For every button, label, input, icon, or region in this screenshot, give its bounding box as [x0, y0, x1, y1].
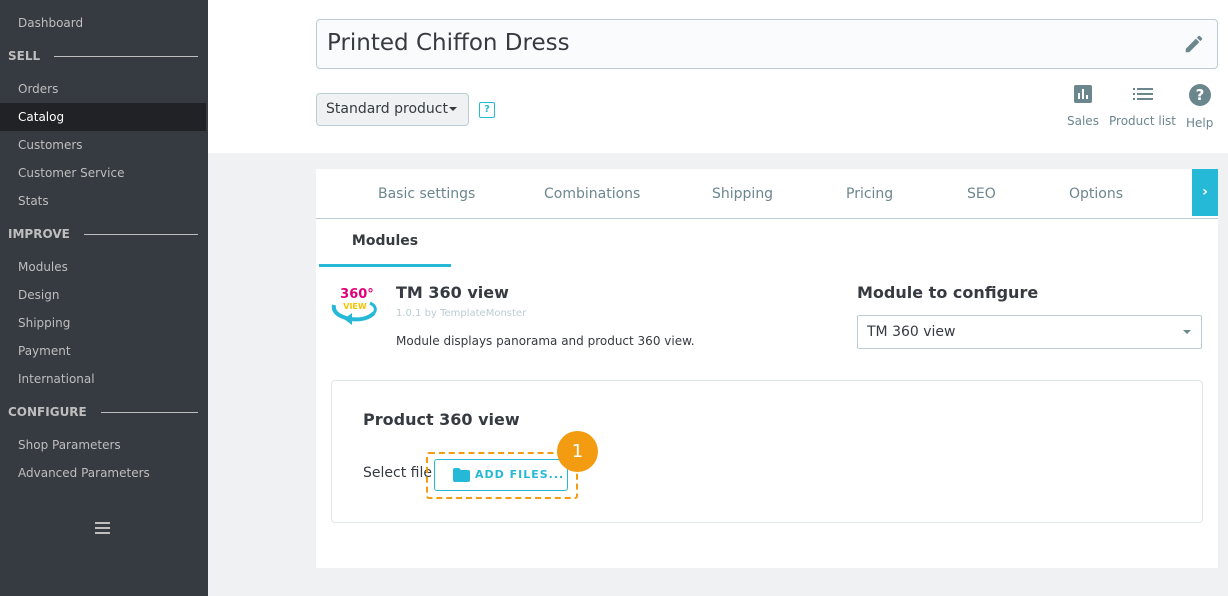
- sidebar-item-shop-parameters[interactable]: Shop Parameters: [0, 431, 206, 459]
- sidebar-item-design[interactable]: Design: [0, 281, 206, 309]
- section-divider: [100, 411, 198, 413]
- sidebar-section-sell: SELL: [8, 46, 198, 66]
- menu-collapse-icon[interactable]: [95, 522, 110, 534]
- product-type-dropdown[interactable]: Standard product: [316, 93, 469, 126]
- sidebar-section-improve: IMPROVE: [8, 224, 198, 244]
- product-name-text[interactable]: Printed Chiffon Dress: [327, 30, 570, 56]
- chevron-down-icon: [449, 107, 457, 111]
- product-360-panel: Product 360 view Select file ADD FILES..…: [331, 380, 1203, 523]
- tab-options[interactable]: Options: [1069, 186, 1123, 202]
- help-label: Help: [1186, 116, 1214, 130]
- product-list-label: Product list: [1109, 114, 1177, 128]
- section-label: CONFIGURE: [8, 405, 87, 419]
- panel-title: Product 360 view: [363, 410, 520, 429]
- section-label: SELL: [8, 49, 41, 63]
- tab-pricing[interactable]: Pricing: [846, 186, 893, 202]
- tab-seo[interactable]: SEO: [967, 186, 996, 202]
- module-360-logo-icon: 360° VIEW: [331, 287, 377, 325]
- sidebar-item-orders[interactable]: Orders: [0, 75, 206, 103]
- product-form-card: Basic settings Combinations Shipping Pri…: [316, 169, 1218, 568]
- section-divider: [83, 233, 198, 235]
- tabs-next-chevron-icon[interactable]: ›: [1192, 169, 1218, 216]
- sidebar-item-modules[interactable]: Modules: [0, 253, 206, 281]
- sidebar-item-dashboard[interactable]: Dashboard: [0, 9, 206, 37]
- sidebar-item-shipping[interactable]: Shipping: [0, 309, 206, 337]
- add-files-label: ADD FILES...: [475, 468, 565, 481]
- tab-modules[interactable]: Modules: [319, 219, 451, 267]
- module-to-configure-label: Module to configure: [857, 283, 1039, 302]
- sidebar-item-customer-service[interactable]: Customer Service: [0, 159, 206, 187]
- section-label: IMPROVE: [8, 227, 70, 241]
- tab-combinations[interactable]: Combinations: [544, 186, 640, 202]
- sidebar-item-catalog[interactable]: Catalog: [0, 103, 206, 131]
- chevron-down-icon: [1183, 330, 1191, 334]
- section-divider: [54, 55, 198, 57]
- folder-icon: [453, 468, 470, 482]
- edit-pencil-icon[interactable]: [1183, 33, 1205, 55]
- sidebar-item-international[interactable]: International: [0, 365, 206, 393]
- tab-shipping[interactable]: Shipping: [712, 186, 773, 202]
- bar-chart-icon: [1073, 85, 1092, 103]
- sales-label: Sales: [1067, 114, 1099, 128]
- logo-text-top: 360°: [340, 287, 374, 302]
- product-name-field[interactable]: Printed Chiffon Dress: [316, 19, 1218, 69]
- module-version: 1.0.1 by TemplateMonster: [396, 308, 527, 319]
- module-name: TM 360 view: [396, 283, 509, 302]
- sidebar-section-configure: CONFIGURE: [8, 402, 198, 422]
- sidebar-item-advanced-parameters[interactable]: Advanced Parameters: [0, 459, 206, 487]
- list-icon: [1132, 88, 1153, 100]
- help-tooltip-icon[interactable]: ?: [479, 102, 495, 118]
- svg-text:?: ?: [1195, 86, 1204, 104]
- sidebar-item-customers[interactable]: Customers: [0, 131, 206, 159]
- add-files-button[interactable]: ADD FILES...: [434, 459, 568, 491]
- module-to-configure-select[interactable]: TM 360 view: [857, 315, 1202, 349]
- logo-text-bottom: VIEW: [343, 302, 367, 311]
- product-tabs: Basic settings Combinations Shipping Pri…: [316, 169, 1218, 219]
- module-select-value: TM 360 view: [867, 324, 956, 340]
- sidebar-item-stats[interactable]: Stats: [0, 187, 206, 215]
- module-description: Module displays panorama and product 360…: [396, 334, 695, 348]
- help-circle-icon: ?: [1188, 84, 1211, 106]
- toolbar-product-list-button[interactable]: Product list: [1109, 84, 1176, 129]
- product-type-label: Standard product: [326, 101, 448, 117]
- step-number-badge: 1: [557, 431, 598, 472]
- select-file-label: Select file: [363, 465, 432, 481]
- tab-basic-settings[interactable]: Basic settings: [378, 186, 475, 202]
- sidebar-item-payment[interactable]: Payment: [0, 337, 206, 365]
- toolbar-sales-button[interactable]: Sales: [1067, 84, 1099, 129]
- toolbar-help-button[interactable]: ? Help: [1186, 84, 1213, 131]
- sidebar-nav: Dashboard SELL Orders Catalog Customers …: [0, 0, 208, 596]
